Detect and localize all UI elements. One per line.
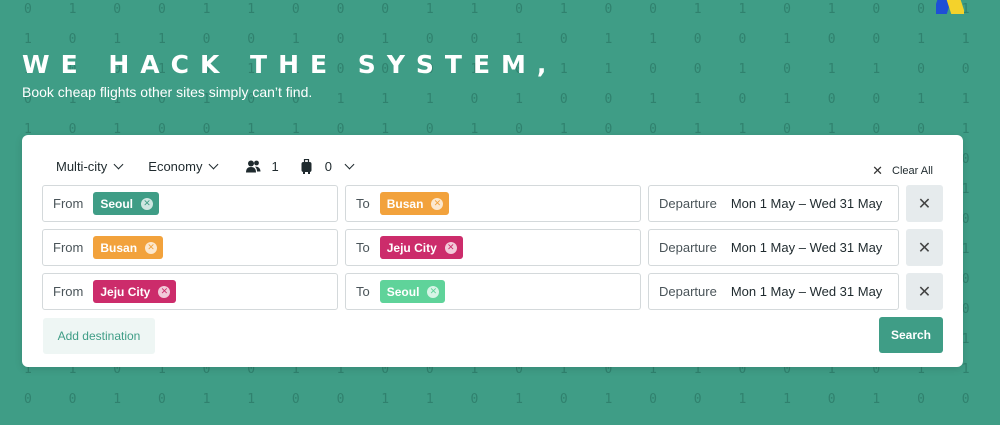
kiwi-logo[interactable] <box>936 0 964 16</box>
binary-row: 0 1 0 0 1 1 0 0 0 1 1 0 1 0 0 1 1 0 1 0 … <box>24 2 985 17</box>
remove-chip-icon[interactable]: ✕ <box>145 241 158 254</box>
destination-city: Busan <box>386 196 424 211</box>
close-icon: ✕ <box>917 239 932 257</box>
chevron-down-icon <box>344 159 355 169</box>
remove-leg-button[interactable]: ✕ <box>906 185 943 222</box>
trip-type-dropdown[interactable]: Multi-city <box>56 158 124 174</box>
binary-row: 0 0 1 0 1 1 0 0 1 1 0 1 0 1 0 0 1 1 0 1 … <box>24 392 985 407</box>
destination-chip[interactable]: Jeju City ✕ <box>379 236 463 259</box>
clear-all-button[interactable]: ✕ Clear All <box>872 163 933 179</box>
from-label: From <box>53 240 84 255</box>
remove-chip-icon[interactable]: ✕ <box>431 197 444 210</box>
origin-chip[interactable]: Seoul ✕ <box>93 192 160 215</box>
remove-leg-button[interactable]: ✕ <box>906 229 943 266</box>
from-field[interactable]: From Jeju City ✕ <box>42 273 338 310</box>
remove-chip-icon[interactable]: ✕ <box>141 197 154 210</box>
departure-field[interactable]: Departure Mon 1 May – Wed 31 May <box>648 273 899 310</box>
departure-label: Departure <box>659 284 717 299</box>
flight-leg-row: From Busan ✕ To Jeju City ✕ Departure Mo… <box>42 229 943 266</box>
cabin-class-dropdown[interactable]: Economy <box>148 158 219 174</box>
destination-city: Jeju City <box>386 240 437 255</box>
hero-subtitle: Book cheap flights other sites simply ca… <box>22 84 313 100</box>
bags-count: 0 <box>324 158 332 174</box>
to-field[interactable]: To Jeju City ✕ <box>345 229 641 266</box>
close-icon: ✕ <box>917 195 932 213</box>
departure-label: Departure <box>659 240 717 255</box>
cabin-class-label: Economy <box>148 158 203 174</box>
remove-chip-icon[interactable]: ✕ <box>158 285 171 298</box>
chevron-down-icon <box>113 159 124 169</box>
departure-field[interactable]: Departure Mon 1 May – Wed 31 May <box>648 185 899 222</box>
chevron-down-icon <box>209 159 219 169</box>
search-form-card: Multi-city Economy 1 0 ✕ Clear All From … <box>22 135 963 367</box>
departure-field[interactable]: Departure Mon 1 May – Wed 31 May <box>648 229 899 266</box>
from-label: From <box>53 196 84 211</box>
binary-row: 1 0 1 1 0 0 1 0 1 0 0 1 0 1 1 0 0 1 0 0 … <box>24 32 985 47</box>
passengers-count: 1 <box>271 158 279 174</box>
to-label: To <box>356 240 370 255</box>
from-field[interactable]: From Busan ✕ <box>42 229 338 266</box>
remove-leg-button[interactable]: ✕ <box>906 273 943 310</box>
to-field[interactable]: To Seoul ✕ <box>345 273 641 310</box>
passengers-icon <box>246 160 261 172</box>
departure-value: Mon 1 May – Wed 31 May <box>730 284 883 299</box>
flight-leg-row: From Seoul ✕ To Busan ✕ Departure Mon 1 … <box>42 185 943 222</box>
add-destination-button[interactable]: Add destination <box>43 318 155 354</box>
trip-type-label: Multi-city <box>56 158 108 174</box>
to-label: To <box>356 196 370 211</box>
remove-chip-icon[interactable]: ✕ <box>427 285 440 298</box>
remove-chip-icon[interactable]: ✕ <box>444 241 457 254</box>
luggage-icon <box>301 158 312 174</box>
destination-chip[interactable]: Busan ✕ <box>379 192 450 215</box>
from-field[interactable]: From Seoul ✕ <box>42 185 338 222</box>
departure-label: Departure <box>659 196 717 211</box>
origin-city: Jeju City <box>100 284 151 299</box>
close-icon: ✕ <box>917 283 932 301</box>
departure-value: Mon 1 May – Wed 31 May <box>730 240 883 255</box>
bags-selector[interactable]: 0 <box>301 158 355 174</box>
search-options-toolbar: Multi-city Economy 1 0 <box>56 157 355 175</box>
from-label: From <box>53 284 84 299</box>
close-icon: ✕ <box>872 163 884 178</box>
destination-city: Seoul <box>386 284 420 299</box>
origin-chip[interactable]: Busan ✕ <box>93 236 164 259</box>
departure-value: Mon 1 May – Wed 31 May <box>730 196 883 211</box>
origin-chip[interactable]: Jeju City ✕ <box>93 280 177 303</box>
passengers-selector[interactable]: 1 <box>246 158 279 174</box>
search-button[interactable]: Search <box>879 317 943 353</box>
to-label: To <box>356 284 370 299</box>
flight-leg-row: From Jeju City ✕ To Seoul ✕ Departure Mo… <box>42 273 943 310</box>
to-field[interactable]: To Busan ✕ <box>345 185 641 222</box>
destination-chip[interactable]: Seoul ✕ <box>379 280 446 303</box>
origin-city: Seoul <box>100 196 134 211</box>
clear-all-label: Clear All <box>892 165 933 177</box>
origin-city: Busan <box>100 240 138 255</box>
hero-title: WE HACK THE SYSTEM, <box>22 50 558 79</box>
